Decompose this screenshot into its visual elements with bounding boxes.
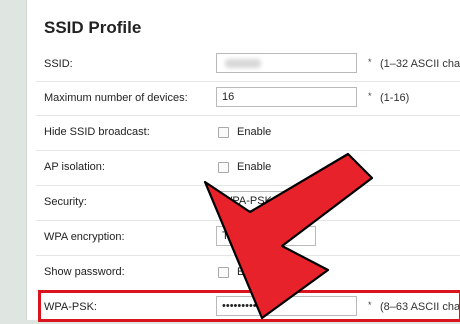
wpa-psk-highlight-box bbox=[38, 290, 460, 322]
show-password-row: Show password: Enable bbox=[36, 255, 460, 289]
max-devices-hint: (1-16) bbox=[380, 92, 410, 104]
security-row: Security: WPA-PSK & W bbox=[36, 185, 460, 219]
security-select[interactable]: WPA-PSK & W bbox=[216, 191, 316, 211]
ssid-row: SSID: * (1–32 ASCII cha bbox=[36, 47, 460, 81]
required-mark: * bbox=[368, 57, 372, 67]
max-devices-input[interactable]: 16 bbox=[216, 87, 357, 107]
ssid-hint: (1–32 ASCII cha bbox=[380, 58, 460, 70]
max-devices-label: Maximum number of devices: bbox=[44, 92, 188, 104]
ap-isolation-row: AP isolation: Enable bbox=[36, 150, 460, 184]
max-devices-row: Maximum number of devices: 16 * (1-16) bbox=[36, 81, 460, 115]
ap-isolation-option: Enable bbox=[237, 161, 272, 173]
security-label: Security: bbox=[44, 196, 87, 208]
ap-isolation-label: AP isolation: bbox=[44, 161, 105, 173]
show-password-label: Show password: bbox=[44, 266, 125, 278]
ssid-input[interactable] bbox=[216, 53, 357, 73]
required-mark: * bbox=[368, 91, 372, 101]
show-password-checkbox[interactable] bbox=[218, 267, 229, 278]
wpa-encryption-select[interactable]: TKIP+AES bbox=[216, 226, 316, 246]
ssid-label: SSID: bbox=[44, 58, 73, 70]
blurred-ssid-value bbox=[225, 59, 261, 68]
hide-ssid-row: Hide SSID broadcast: Enable bbox=[36, 115, 460, 149]
hide-ssid-label: Hide SSID broadcast: bbox=[44, 126, 150, 138]
ap-isolation-checkbox[interactable] bbox=[218, 162, 229, 173]
show-password-option: Enable bbox=[237, 266, 272, 278]
hide-ssid-checkbox[interactable] bbox=[218, 127, 229, 138]
hide-ssid-option: Enable bbox=[237, 126, 272, 138]
wpa-encryption-label: WPA encryption: bbox=[44, 231, 125, 243]
wpa-encryption-row: WPA encryption: TKIP+AES bbox=[36, 220, 460, 254]
page-title: SSID Profile bbox=[44, 18, 142, 37]
